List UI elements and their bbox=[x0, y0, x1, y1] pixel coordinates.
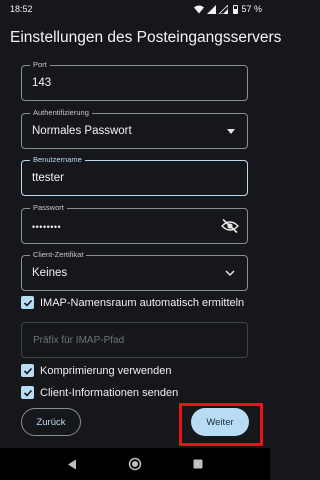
client-info-label: Client-Informationen senden bbox=[40, 386, 179, 399]
imap-prefix-field[interactable]: Präfix für IMAP-Pfad bbox=[21, 322, 248, 358]
client-certificate-label: Client-Zertifikat bbox=[30, 250, 87, 260]
port-field[interactable]: Port 143 bbox=[21, 60, 248, 101]
authentication-dropdown[interactable]: Authentifizierung Normales Passwort bbox=[21, 108, 248, 149]
imap-prefix-placeholder: Präfix für IMAP-Pfad bbox=[33, 335, 125, 346]
nav-back-button[interactable] bbox=[64, 456, 80, 472]
compression-label: Komprimierung verwenden bbox=[40, 364, 172, 377]
nav-recents-button[interactable] bbox=[190, 456, 206, 472]
checkmark-icon bbox=[23, 367, 32, 375]
checkmark-icon bbox=[23, 389, 32, 397]
compression-checkbox-row[interactable]: Komprimierung verwenden bbox=[21, 364, 171, 377]
nav-home-button[interactable] bbox=[127, 456, 143, 472]
checkmark-icon bbox=[23, 299, 32, 307]
password-label: Passwort bbox=[30, 203, 67, 213]
namespace-label: IMAP-Namensraum automatisch ermitteln bbox=[40, 296, 245, 309]
namespace-checkbox-row[interactable]: IMAP-Namensraum automatisch ermitteln bbox=[21, 296, 244, 309]
client-certificate-dropdown[interactable]: Client-Zertifikat Keines bbox=[21, 250, 248, 291]
dropdown-arrow-icon bbox=[227, 129, 235, 134]
password-value: •••••••• bbox=[32, 222, 62, 232]
hide-password-icon[interactable] bbox=[221, 218, 239, 234]
battery-icon bbox=[233, 4, 239, 14]
password-field[interactable]: Passwort •••••••• bbox=[21, 203, 248, 244]
signal-icon-2 bbox=[219, 4, 229, 14]
port-value: 143 bbox=[32, 77, 52, 89]
authentication-label: Authentifizierung bbox=[30, 108, 92, 118]
username-value: ttester bbox=[32, 172, 64, 184]
back-button[interactable]: Zurück bbox=[21, 408, 81, 436]
navigation-bar bbox=[0, 448, 270, 480]
back-triangle-icon bbox=[67, 459, 76, 469]
compression-checkbox[interactable] bbox=[21, 364, 34, 377]
next-button[interactable]: Weiter bbox=[191, 408, 249, 436]
username-label: Benutzername bbox=[30, 155, 85, 165]
client-info-checkbox[interactable] bbox=[21, 386, 34, 399]
authentication-value: Normales Passwort bbox=[32, 125, 132, 137]
chevron-down-icon bbox=[225, 270, 235, 277]
status-time: 18:52 bbox=[10, 4, 33, 14]
client-info-checkbox-row[interactable]: Client-Informationen senden bbox=[21, 386, 178, 399]
recents-square-icon bbox=[193, 459, 203, 469]
status-bar: 18:52 57 % bbox=[0, 0, 270, 18]
page-title: Einstellungen des Posteingangsservers bbox=[10, 29, 282, 46]
client-certificate-value: Keines bbox=[32, 267, 68, 279]
status-icons: 57 % bbox=[194, 4, 262, 14]
port-label: Port bbox=[30, 60, 50, 70]
battery-percent: 57 % bbox=[241, 4, 262, 14]
signal-icon bbox=[207, 4, 217, 14]
wifi-icon bbox=[194, 5, 205, 13]
namespace-checkbox[interactable] bbox=[21, 296, 34, 309]
home-circle-icon bbox=[128, 457, 142, 471]
username-field[interactable]: Benutzername ttester bbox=[21, 155, 248, 196]
